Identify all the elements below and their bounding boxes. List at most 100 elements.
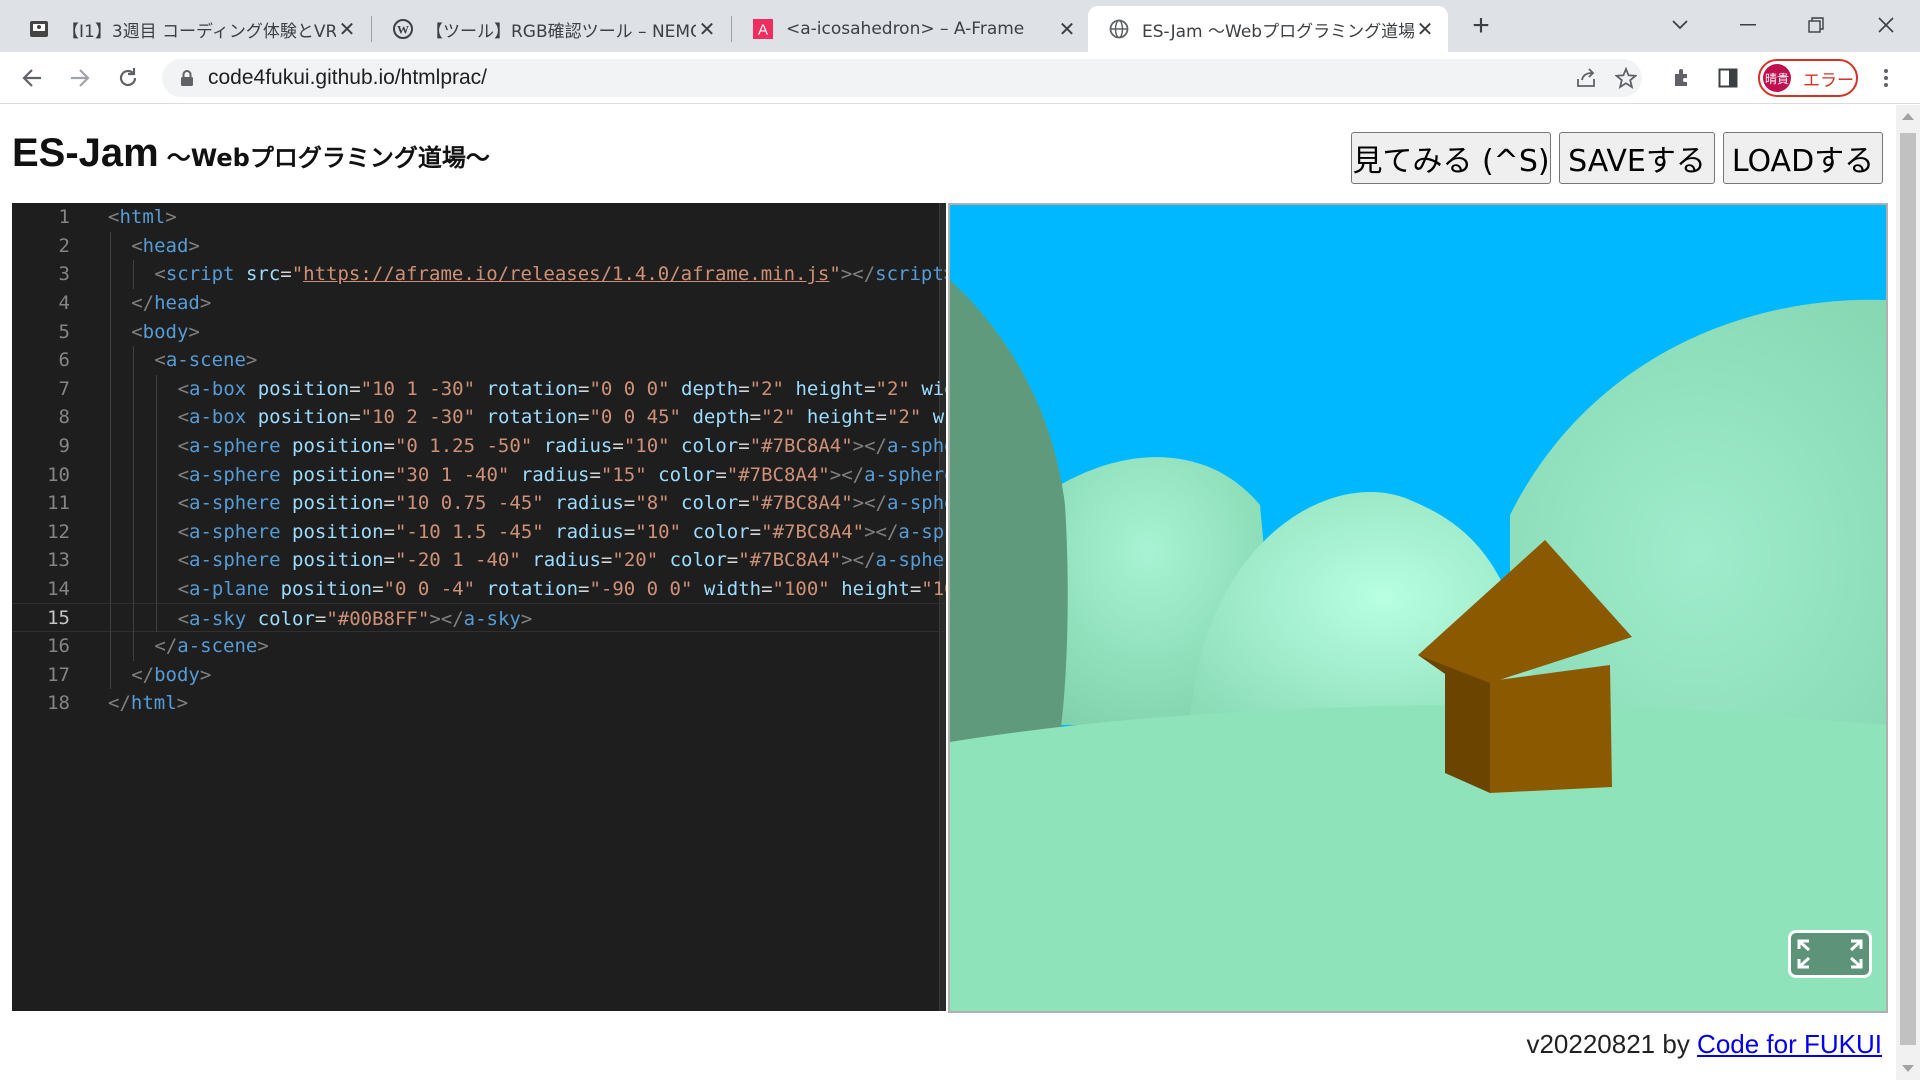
code-token: = xyxy=(349,377,361,400)
url-text[interactable]: code4fukui.github.io/htmlprac/ xyxy=(208,66,487,90)
code-token: a-sphere xyxy=(886,492,946,515)
indent-guide xyxy=(110,632,111,661)
address-bar[interactable]: code4fukui.github.io/htmlprac/ xyxy=(162,59,1642,97)
close-tab-icon[interactable]: ✕ xyxy=(696,17,718,41)
code-line[interactable]: 1 < html > xyxy=(12,203,946,232)
scroll-down-arrow[interactable] xyxy=(1902,1065,1914,1072)
code-text[interactable]: < a-sphere position = "-10 1.5 -45" radius =… xyxy=(178,518,946,547)
forward-icon[interactable] xyxy=(64,62,96,94)
new-tab-button[interactable]: + xyxy=(1465,9,1497,42)
code-text[interactable]: < body > xyxy=(131,317,200,346)
code-line[interactable]: 14 < a-plane position = "0 0 -4" rotation = "-… xyxy=(12,575,946,604)
code-text[interactable]: < script src = " https://aframe.io/releases/… xyxy=(154,260,946,289)
side-panel-icon[interactable] xyxy=(1712,62,1744,94)
code-text[interactable]: </head > xyxy=(131,289,211,318)
restore-icon[interactable] xyxy=(1796,8,1836,42)
indent-guide xyxy=(133,403,135,432)
code-line[interactable]: 12 < a-sphere position = "-10 1.5 -45" radiu… xyxy=(12,518,946,547)
code-token: < xyxy=(177,377,190,400)
code-editor[interactable]: 1 < html >2 < head >3 < script src = " https://afra… xyxy=(12,203,946,1011)
code-text[interactable]: </a-scene > xyxy=(154,632,268,661)
code-text[interactable]: </body > xyxy=(131,661,211,690)
code-line[interactable]: 10 < a-sphere position = "30 1 -40" radius = "… xyxy=(12,460,946,489)
tab-search-icon[interactable] xyxy=(1660,8,1700,42)
menu-kebab-icon[interactable] xyxy=(1870,62,1902,94)
run-button[interactable]: 見てみる (^S) xyxy=(1351,132,1551,184)
code-text[interactable]: </html > xyxy=(108,689,188,718)
close-tab-icon[interactable]: ✕ xyxy=(1056,17,1078,41)
code-text[interactable]: < head > xyxy=(131,232,200,261)
code-token: ></ xyxy=(864,520,899,543)
page-scrollbar[interactable] xyxy=(1896,105,1920,1080)
code-text[interactable]: < a-scene > xyxy=(154,346,257,375)
code-line[interactable]: 17 </body > xyxy=(12,661,946,690)
extensions-icon[interactable] xyxy=(1666,62,1698,94)
code-token: html xyxy=(119,206,166,229)
aframe-scene[interactable] xyxy=(950,205,1886,1011)
code-line[interactable]: 15 < a-sky color = "#00B8FF" ></a-sky > xyxy=(12,603,946,632)
code-token: < xyxy=(108,206,120,229)
code-line[interactable]: 2 < head > xyxy=(12,232,946,261)
save-button[interactable]: SAVEする xyxy=(1559,132,1715,184)
close-window-icon[interactable] xyxy=(1866,8,1906,42)
profile-button[interactable]: 晴貴 エラー xyxy=(1758,59,1858,97)
code-token: = xyxy=(726,549,739,572)
code-token: a-scene xyxy=(165,349,246,372)
code-text[interactable]: < html > xyxy=(108,203,177,232)
bookmark-star-icon[interactable] xyxy=(1612,64,1640,92)
load-button[interactable]: LOADする xyxy=(1723,132,1883,184)
reload-icon[interactable] xyxy=(112,62,144,94)
close-tab-icon[interactable]: ✕ xyxy=(336,17,358,41)
code-line[interactable]: 5 < body > xyxy=(12,317,946,346)
code-token: < xyxy=(177,492,190,515)
back-icon[interactable] xyxy=(16,62,48,94)
scroll-up-arrow[interactable] xyxy=(1902,113,1914,120)
scroll-thumb[interactable] xyxy=(1900,133,1916,1045)
code-text[interactable]: < a-sphere position = "0 1.25 -50" radius = "… xyxy=(178,432,946,461)
share-icon[interactable] xyxy=(1572,64,1600,92)
code-token: a-box xyxy=(189,406,247,429)
code-text[interactable]: < a-sphere position = "10 0.75 -45" radius =… xyxy=(178,489,946,518)
code-token: < xyxy=(154,263,166,286)
code-text[interactable]: < a-sky color = "#00B8FF" ></a-sky > xyxy=(178,604,533,633)
indent-guide xyxy=(110,431,111,461)
code-line[interactable]: 8 < a-box position = "10 2 -30" rotation = "0 … xyxy=(12,403,946,432)
code-text[interactable]: < a-sphere position = "30 1 -40" radius = "15… xyxy=(178,460,946,489)
tab-wordpress[interactable]: W 【ツール】RGB確認ツール – NEMOT's ✕ xyxy=(372,6,730,52)
close-tab-icon[interactable]: ✕ xyxy=(1414,17,1436,41)
code-line[interactable]: 13 < a-sphere position = "-20 1 -40" radius =… xyxy=(12,546,946,575)
code-line[interactable]: 11 < a-sphere position = "10 0.75 -45" radiu… xyxy=(12,489,946,518)
code-line[interactable]: 9 < a-sphere position = "0 1.25 -50" radius =… xyxy=(12,432,946,461)
code-line[interactable]: 4 </head > xyxy=(12,289,946,318)
aframe-icon: A xyxy=(752,18,774,40)
code-line[interactable]: 3 < script src = " https://aframe.io/releases… xyxy=(12,260,946,289)
code-text[interactable]: < a-plane position = "0 0 -4" rotation = "-90… xyxy=(178,575,946,604)
tab-es-jam[interactable]: ES-Jam 〜Webプログラミング道場〜 ✕ xyxy=(1088,6,1448,52)
code-line[interactable]: 16 </a-scene > xyxy=(12,632,946,661)
footer-link[interactable]: Code for FUKUI xyxy=(1697,1029,1882,1059)
vr-preview[interactable] xyxy=(948,203,1888,1013)
tab-aframe[interactable]: A <a-icosahedron> – A-Frame ✕ xyxy=(732,6,1090,52)
line-number: 9 xyxy=(58,435,70,458)
code-line[interactable]: 18 </html > xyxy=(12,689,946,718)
lock-icon[interactable] xyxy=(180,69,196,87)
code-token: a-sphere xyxy=(189,435,281,458)
code-text[interactable]: < a-box position = "10 2 -30" rotation = "0 0… xyxy=(178,403,946,432)
code-line[interactable]: 6 < a-scene > xyxy=(12,346,946,375)
indent-guide xyxy=(110,260,111,289)
fullscreen-icon[interactable] xyxy=(1788,930,1872,978)
code-text[interactable]: < a-sphere position = "-20 1 -40" radius = "2… xyxy=(178,546,946,575)
code-text[interactable]: < a-box position = "10 1 -30" rotation = "0 0… xyxy=(178,375,946,404)
code-token: radius xyxy=(555,492,624,515)
indent-guide xyxy=(110,489,111,518)
minimize-icon[interactable] xyxy=(1728,8,1768,42)
tab-slides[interactable]: 【I1】3週目 コーディング体験とVR体験 ✕ xyxy=(8,6,370,52)
indent-guide xyxy=(156,431,158,461)
code-line[interactable]: 7 < a-box position = "10 1 -30" rotation = "0 … xyxy=(12,375,946,404)
